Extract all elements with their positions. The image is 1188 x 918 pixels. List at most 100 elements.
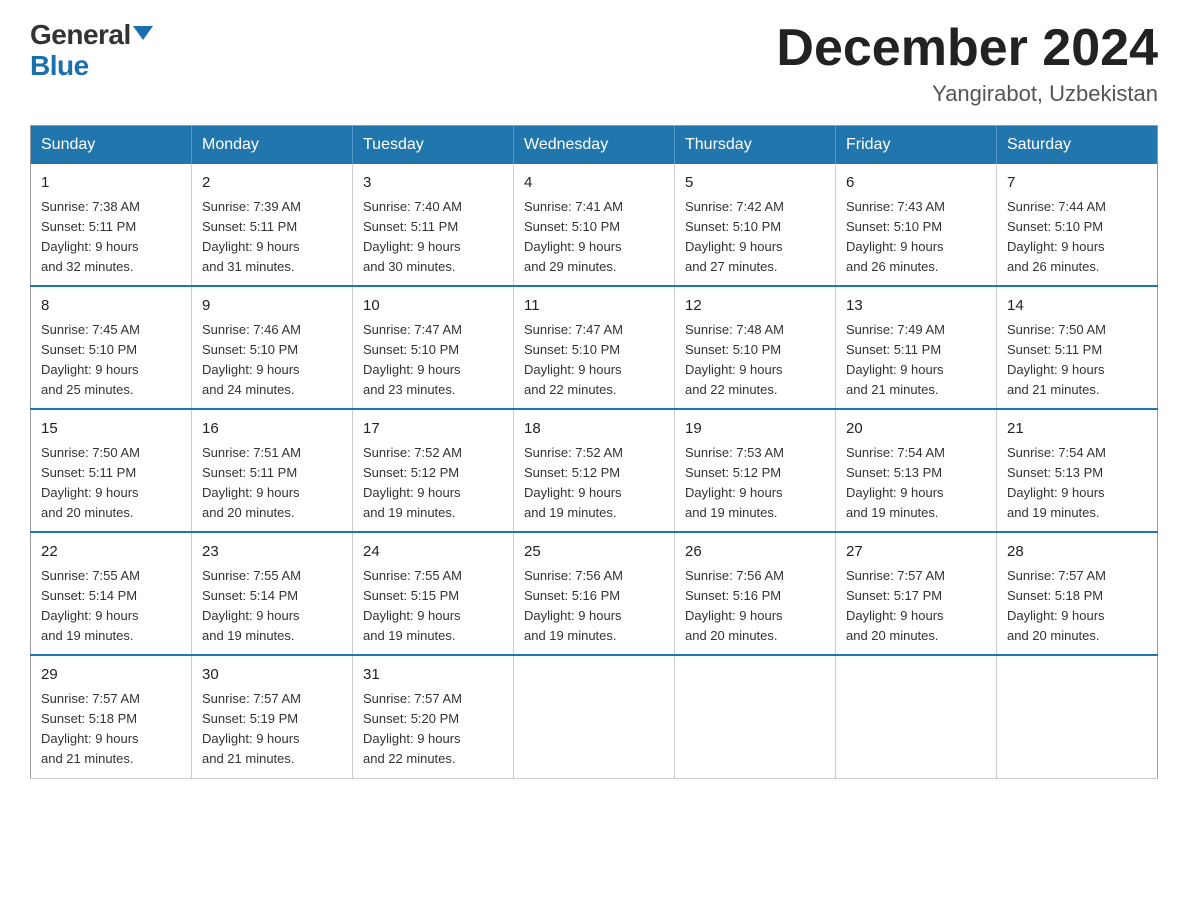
- day-number: 24: [363, 541, 503, 564]
- day-info: Sunrise: 7:40 AMSunset: 5:11 PMDaylight:…: [363, 199, 462, 274]
- day-number: 17: [363, 418, 503, 441]
- day-info: Sunrise: 7:44 AMSunset: 5:10 PMDaylight:…: [1007, 199, 1106, 274]
- calendar-cell: 19 Sunrise: 7:53 AMSunset: 5:12 PMDayligh…: [675, 409, 836, 532]
- day-number: 16: [202, 418, 342, 441]
- day-number: 21: [1007, 418, 1147, 441]
- calendar-cell: 11 Sunrise: 7:47 AMSunset: 5:10 PMDayligh…: [514, 286, 675, 409]
- day-info: Sunrise: 7:39 AMSunset: 5:11 PMDaylight:…: [202, 199, 301, 274]
- calendar-cell: [675, 655, 836, 778]
- day-info: Sunrise: 7:50 AMSunset: 5:11 PMDaylight:…: [1007, 322, 1106, 397]
- calendar-cell: 18Sunrise: 7:52 AMSunset: 5:12 PMDayligh…: [514, 409, 675, 532]
- calendar-cell: 21 Sunrise: 7:54 AMSunset: 5:13 PMDayligh…: [997, 409, 1158, 532]
- day-number: 7: [1007, 172, 1147, 195]
- title-area: December 2024 Yangirabot, Uzbekistan: [776, 20, 1158, 107]
- calendar-cell: 16Sunrise: 7:51 AMSunset: 5:11 PMDayligh…: [192, 409, 353, 532]
- calendar-cell: 4 Sunrise: 7:41 AMSunset: 5:10 PMDaylight…: [514, 164, 675, 286]
- day-number: 14: [1007, 295, 1147, 318]
- day-info: Sunrise: 7:55 AMSunset: 5:15 PMDaylight:…: [363, 568, 462, 643]
- day-number: 11: [524, 295, 664, 318]
- logo-blue: Blue: [30, 50, 89, 81]
- calendar-cell: [514, 655, 675, 778]
- column-header-friday: Friday: [836, 126, 997, 165]
- day-number: 22: [41, 541, 181, 564]
- day-number: 30: [202, 664, 342, 687]
- day-number: 1: [41, 172, 181, 195]
- day-number: 28: [1007, 541, 1147, 564]
- calendar-cell: 31 Sunrise: 7:57 AMSunset: 5:20 PMDayligh…: [353, 655, 514, 778]
- day-info: Sunrise: 7:55 AMSunset: 5:14 PMDaylight:…: [41, 568, 140, 643]
- calendar-week-row: 29 Sunrise: 7:57 AMSunset: 5:18 PMDayligh…: [31, 655, 1158, 778]
- day-info: Sunrise: 7:57 AMSunset: 5:19 PMDaylight:…: [202, 691, 301, 766]
- day-number: 23: [202, 541, 342, 564]
- column-header-monday: Monday: [192, 126, 353, 165]
- day-info: Sunrise: 7:41 AMSunset: 5:10 PMDaylight:…: [524, 199, 623, 274]
- logo-triangle-icon: [133, 26, 153, 40]
- day-info: Sunrise: 7:57 AMSunset: 5:17 PMDaylight:…: [846, 568, 945, 643]
- day-number: 20: [846, 418, 986, 441]
- day-number: 8: [41, 295, 181, 318]
- day-info: Sunrise: 7:57 AMSunset: 5:18 PMDaylight:…: [1007, 568, 1106, 643]
- day-info: Sunrise: 7:46 AMSunset: 5:10 PMDaylight:…: [202, 322, 301, 397]
- calendar-cell: 6 Sunrise: 7:43 AMSunset: 5:10 PMDaylight…: [836, 164, 997, 286]
- calendar-cell: 25 Sunrise: 7:56 AMSunset: 5:16 PMDayligh…: [514, 532, 675, 655]
- day-info: Sunrise: 7:54 AMSunset: 5:13 PMDaylight:…: [1007, 445, 1106, 520]
- day-number: 5: [685, 172, 825, 195]
- day-info: Sunrise: 7:56 AMSunset: 5:16 PMDaylight:…: [685, 568, 784, 643]
- day-info: Sunrise: 7:52 AMSunset: 5:12 PMDaylight:…: [363, 445, 462, 520]
- day-number: 2: [202, 172, 342, 195]
- calendar-cell: [836, 655, 997, 778]
- calendar-cell: 5Sunrise: 7:42 AMSunset: 5:10 PMDaylight…: [675, 164, 836, 286]
- day-number: 10: [363, 295, 503, 318]
- calendar-cell: 8 Sunrise: 7:45 AMSunset: 5:10 PMDaylight…: [31, 286, 192, 409]
- day-number: 19: [685, 418, 825, 441]
- column-header-wednesday: Wednesday: [514, 126, 675, 165]
- day-info: Sunrise: 7:48 AMSunset: 5:10 PMDaylight:…: [685, 322, 784, 397]
- calendar-cell: 29 Sunrise: 7:57 AMSunset: 5:18 PMDayligh…: [31, 655, 192, 778]
- day-info: Sunrise: 7:57 AMSunset: 5:18 PMDaylight:…: [41, 691, 140, 766]
- day-number: 4: [524, 172, 664, 195]
- calendar-cell: 1 Sunrise: 7:38 AMSunset: 5:11 PMDaylight…: [31, 164, 192, 286]
- calendar-cell: 3 Sunrise: 7:40 AMSunset: 5:11 PMDaylight…: [353, 164, 514, 286]
- calendar-cell: 20 Sunrise: 7:54 AMSunset: 5:13 PMDayligh…: [836, 409, 997, 532]
- day-number: 3: [363, 172, 503, 195]
- day-number: 18: [524, 418, 664, 441]
- day-number: 12: [685, 295, 825, 318]
- day-info: Sunrise: 7:56 AMSunset: 5:16 PMDaylight:…: [524, 568, 623, 643]
- day-info: Sunrise: 7:54 AMSunset: 5:13 PMDaylight:…: [846, 445, 945, 520]
- calendar-cell: 2 Sunrise: 7:39 AMSunset: 5:11 PMDaylight…: [192, 164, 353, 286]
- calendar-cell: 15Sunrise: 7:50 AMSunset: 5:11 PMDayligh…: [31, 409, 192, 532]
- calendar-week-row: 22 Sunrise: 7:55 AMSunset: 5:14 PMDayligh…: [31, 532, 1158, 655]
- logo-general: General: [30, 20, 131, 51]
- day-info: Sunrise: 7:45 AMSunset: 5:10 PMDaylight:…: [41, 322, 140, 397]
- day-info: Sunrise: 7:53 AMSunset: 5:12 PMDaylight:…: [685, 445, 784, 520]
- calendar-subtitle: Yangirabot, Uzbekistan: [776, 81, 1158, 107]
- calendar-cell: 13Sunrise: 7:49 AMSunset: 5:11 PMDayligh…: [836, 286, 997, 409]
- calendar-week-row: 15Sunrise: 7:50 AMSunset: 5:11 PMDayligh…: [31, 409, 1158, 532]
- calendar-week-row: 8 Sunrise: 7:45 AMSunset: 5:10 PMDaylight…: [31, 286, 1158, 409]
- day-number: 26: [685, 541, 825, 564]
- day-info: Sunrise: 7:47 AMSunset: 5:10 PMDaylight:…: [524, 322, 623, 397]
- column-header-saturday: Saturday: [997, 126, 1158, 165]
- calendar-cell: 23 Sunrise: 7:55 AMSunset: 5:14 PMDayligh…: [192, 532, 353, 655]
- day-info: Sunrise: 7:47 AMSunset: 5:10 PMDaylight:…: [363, 322, 462, 397]
- column-header-tuesday: Tuesday: [353, 126, 514, 165]
- calendar-cell: 10 Sunrise: 7:47 AMSunset: 5:10 PMDayligh…: [353, 286, 514, 409]
- calendar-title: December 2024: [776, 20, 1158, 77]
- calendar-cell: 28 Sunrise: 7:57 AMSunset: 5:18 PMDayligh…: [997, 532, 1158, 655]
- day-info: Sunrise: 7:38 AMSunset: 5:11 PMDaylight:…: [41, 199, 140, 274]
- column-header-sunday: Sunday: [31, 126, 192, 165]
- logo: General Blue: [30, 20, 153, 82]
- day-number: 29: [41, 664, 181, 687]
- day-number: 25: [524, 541, 664, 564]
- calendar-cell: 17 Sunrise: 7:52 AMSunset: 5:12 PMDayligh…: [353, 409, 514, 532]
- day-info: Sunrise: 7:55 AMSunset: 5:14 PMDaylight:…: [202, 568, 301, 643]
- day-info: Sunrise: 7:43 AMSunset: 5:10 PMDaylight:…: [846, 199, 945, 274]
- page-header: General Blue December 2024 Yangirabot, U…: [30, 20, 1158, 107]
- day-number: 27: [846, 541, 986, 564]
- day-number: 31: [363, 664, 503, 687]
- calendar-cell: 27 Sunrise: 7:57 AMSunset: 5:17 PMDayligh…: [836, 532, 997, 655]
- day-info: Sunrise: 7:57 AMSunset: 5:20 PMDaylight:…: [363, 691, 462, 766]
- day-number: 6: [846, 172, 986, 195]
- column-header-thursday: Thursday: [675, 126, 836, 165]
- day-info: Sunrise: 7:50 AMSunset: 5:11 PMDaylight:…: [41, 445, 140, 520]
